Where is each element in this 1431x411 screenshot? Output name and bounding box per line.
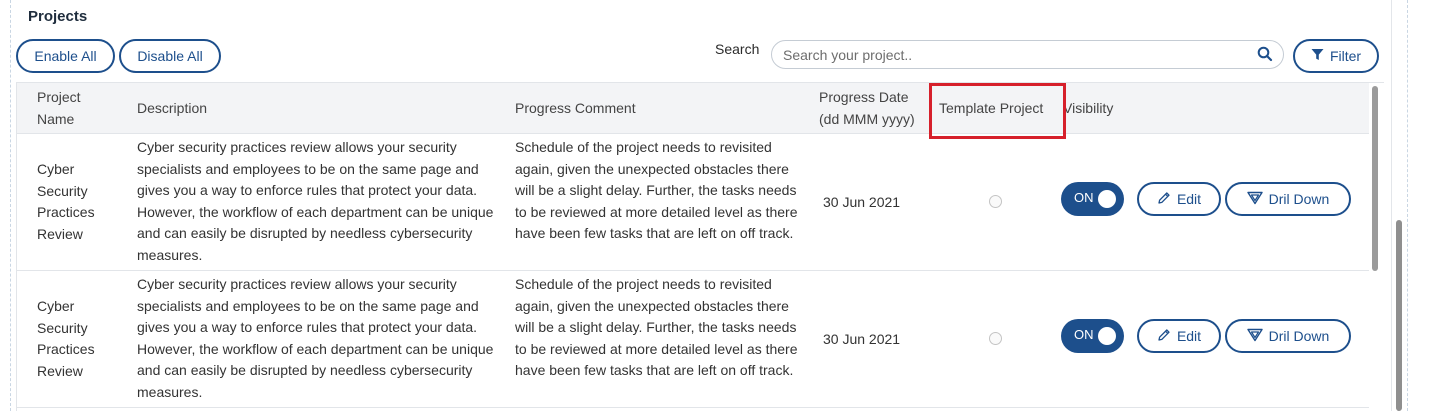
description-cell: Cyber security practices review allows y… <box>137 276 494 400</box>
disable-all-button[interactable]: Disable All <box>119 39 221 73</box>
template-project-radio[interactable] <box>989 332 1002 345</box>
outer-right-border <box>1407 0 1408 411</box>
projects-table: Project Name Description Progress Commen… <box>16 82 1384 411</box>
panel-left-border <box>10 0 11 411</box>
search-input[interactable] <box>772 41 1242 68</box>
drill-down-label: Dril Down <box>1268 328 1330 344</box>
search-box[interactable] <box>771 40 1284 69</box>
header-template-project[interactable]: Template Project <box>939 97 1043 119</box>
header-project-name[interactable]: Project Name <box>37 86 107 130</box>
enable-all-button[interactable]: Enable All <box>16 39 115 73</box>
table-row: Cyber Security Practices Review Cyber se… <box>17 271 1369 408</box>
section-title: Projects <box>28 8 88 25</box>
progress-comment-cell: Schedule of the project needs to revisit… <box>515 139 798 242</box>
edit-label: Edit <box>1176 328 1202 344</box>
toggle-knob <box>1098 327 1116 345</box>
table-header: Project Name Description Progress Commen… <box>17 83 1369 134</box>
filter-label: Filter <box>1329 48 1362 64</box>
search-icon[interactable] <box>1257 46 1273 62</box>
table-row: Cyber Security Practices Review Cyber se… <box>17 134 1369 271</box>
header-description[interactable]: Description <box>137 97 207 119</box>
toggle-knob <box>1098 190 1116 208</box>
drill-down-label: Dril Down <box>1268 191 1330 207</box>
visibility-toggle-label: ON <box>1074 190 1094 205</box>
project-name-cell: Cyber Security Practices Review <box>37 298 95 379</box>
visibility-toggle[interactable]: ON <box>1061 319 1124 353</box>
progress-comment-cell: Schedule of the project needs to revisit… <box>515 276 798 379</box>
pencil-icon <box>1157 328 1171 345</box>
template-project-radio[interactable] <box>989 195 1002 208</box>
progress-date-cell: 30 Jun 2021 <box>823 194 901 210</box>
filter-button[interactable]: Filter <box>1293 39 1379 73</box>
edit-label: Edit <box>1176 191 1202 207</box>
panel-right-border <box>1391 0 1392 411</box>
drill-down-button[interactable]: Dril Down <box>1225 182 1351 216</box>
filter-icon <box>1311 48 1324 64</box>
header-progress-date[interactable]: Progress Date (dd MMM yyyy) <box>819 86 929 130</box>
search-label: Search <box>715 41 760 57</box>
project-name-cell: Cyber Security Practices Review <box>37 161 95 242</box>
description-cell: Cyber security practices review allows y… <box>137 139 494 263</box>
header-visibility[interactable]: Visibility <box>1063 97 1113 119</box>
pencil-icon <box>1157 191 1171 208</box>
visibility-toggle[interactable]: ON <box>1061 182 1124 216</box>
table-scrollbar-thumb[interactable] <box>1372 86 1378 271</box>
drill-down-icon <box>1246 191 1263 208</box>
edit-button[interactable]: Edit <box>1137 182 1221 216</box>
visibility-toggle-label: ON <box>1074 327 1094 342</box>
edit-button[interactable]: Edit <box>1137 319 1221 353</box>
drill-down-icon <box>1246 328 1263 345</box>
page-scrollbar-thumb[interactable] <box>1396 220 1402 411</box>
table-scrollbar[interactable] <box>1370 86 1380 411</box>
drill-down-button[interactable]: Dril Down <box>1225 319 1351 353</box>
progress-date-cell: 30 Jun 2021 <box>823 331 901 347</box>
header-progress-comment[interactable]: Progress Comment <box>515 97 636 119</box>
